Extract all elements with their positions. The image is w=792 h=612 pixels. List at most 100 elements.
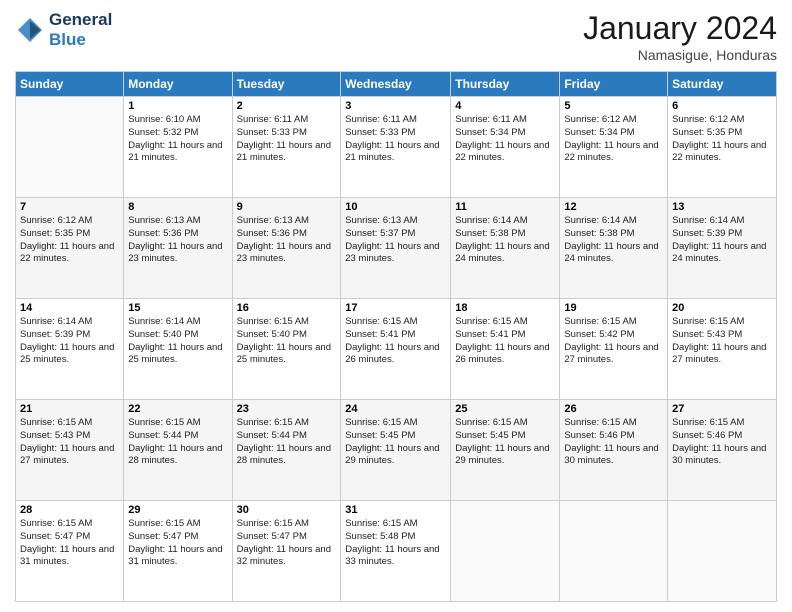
calendar-cell: 28 Sunrise: 6:15 AMSunset: 5:47 PMDaylig…	[16, 501, 124, 602]
day-number: 24	[345, 403, 446, 415]
calendar-cell: 1 Sunrise: 6:10 AMSunset: 5:32 PMDayligh…	[124, 97, 232, 198]
weekday-header: Thursday	[451, 72, 560, 97]
day-number: 2	[237, 100, 337, 112]
calendar-cell: 27 Sunrise: 6:15 AMSunset: 5:46 PMDaylig…	[668, 400, 777, 501]
day-info: Sunrise: 6:15 AMSunset: 5:46 PMDaylight:…	[672, 417, 772, 468]
calendar-cell: 13 Sunrise: 6:14 AMSunset: 5:39 PMDaylig…	[668, 198, 777, 299]
calendar-week-row: 14 Sunrise: 6:14 AMSunset: 5:39 PMDaylig…	[16, 299, 777, 400]
day-number: 11	[455, 201, 555, 213]
day-info: Sunrise: 6:11 AMSunset: 5:34 PMDaylight:…	[455, 114, 555, 165]
day-number: 25	[455, 403, 555, 415]
day-number: 16	[237, 302, 337, 314]
calendar-cell	[16, 97, 124, 198]
calendar-cell	[560, 501, 668, 602]
day-info: Sunrise: 6:14 AMSunset: 5:39 PMDaylight:…	[20, 316, 119, 367]
calendar-cell: 18 Sunrise: 6:15 AMSunset: 5:41 PMDaylig…	[451, 299, 560, 400]
day-number: 28	[20, 504, 119, 516]
day-info: Sunrise: 6:12 AMSunset: 5:35 PMDaylight:…	[20, 215, 119, 266]
calendar-cell: 16 Sunrise: 6:15 AMSunset: 5:40 PMDaylig…	[232, 299, 341, 400]
day-info: Sunrise: 6:15 AMSunset: 5:41 PMDaylight:…	[455, 316, 555, 367]
day-info: Sunrise: 6:15 AMSunset: 5:44 PMDaylight:…	[128, 417, 227, 468]
weekday-header: Monday	[124, 72, 232, 97]
day-number: 1	[128, 100, 227, 112]
day-info: Sunrise: 6:11 AMSunset: 5:33 PMDaylight:…	[237, 114, 337, 165]
calendar-cell: 25 Sunrise: 6:15 AMSunset: 5:45 PMDaylig…	[451, 400, 560, 501]
calendar-cell: 23 Sunrise: 6:15 AMSunset: 5:44 PMDaylig…	[232, 400, 341, 501]
logo-icon	[15, 15, 45, 45]
day-info: Sunrise: 6:13 AMSunset: 5:36 PMDaylight:…	[237, 215, 337, 266]
day-info: Sunrise: 6:15 AMSunset: 5:42 PMDaylight:…	[564, 316, 663, 367]
day-number: 4	[455, 100, 555, 112]
page: General Blue January 2024 Namasigue, Hon…	[0, 0, 792, 612]
day-number: 18	[455, 302, 555, 314]
calendar-header-row: SundayMondayTuesdayWednesdayThursdayFrid…	[16, 72, 777, 97]
day-info: Sunrise: 6:15 AMSunset: 5:48 PMDaylight:…	[345, 518, 446, 569]
day-number: 12	[564, 201, 663, 213]
day-info: Sunrise: 6:15 AMSunset: 5:44 PMDaylight:…	[237, 417, 337, 468]
day-info: Sunrise: 6:15 AMSunset: 5:43 PMDaylight:…	[672, 316, 772, 367]
location: Namasigue, Honduras	[583, 47, 777, 63]
calendar-cell: 6 Sunrise: 6:12 AMSunset: 5:35 PMDayligh…	[668, 97, 777, 198]
day-number: 14	[20, 302, 119, 314]
logo: General Blue	[15, 10, 112, 50]
calendar-week-row: 1 Sunrise: 6:10 AMSunset: 5:32 PMDayligh…	[16, 97, 777, 198]
calendar-cell: 12 Sunrise: 6:14 AMSunset: 5:38 PMDaylig…	[560, 198, 668, 299]
day-info: Sunrise: 6:15 AMSunset: 5:45 PMDaylight:…	[455, 417, 555, 468]
day-number: 13	[672, 201, 772, 213]
calendar-cell: 17 Sunrise: 6:15 AMSunset: 5:41 PMDaylig…	[341, 299, 451, 400]
day-info: Sunrise: 6:15 AMSunset: 5:45 PMDaylight:…	[345, 417, 446, 468]
calendar-cell: 7 Sunrise: 6:12 AMSunset: 5:35 PMDayligh…	[16, 198, 124, 299]
calendar-week-row: 21 Sunrise: 6:15 AMSunset: 5:43 PMDaylig…	[16, 400, 777, 501]
day-info: Sunrise: 6:15 AMSunset: 5:47 PMDaylight:…	[128, 518, 227, 569]
day-number: 15	[128, 302, 227, 314]
month-title: January 2024	[583, 10, 777, 47]
weekday-header: Sunday	[16, 72, 124, 97]
day-info: Sunrise: 6:13 AMSunset: 5:37 PMDaylight:…	[345, 215, 446, 266]
calendar-cell: 3 Sunrise: 6:11 AMSunset: 5:33 PMDayligh…	[341, 97, 451, 198]
day-number: 23	[237, 403, 337, 415]
day-info: Sunrise: 6:11 AMSunset: 5:33 PMDaylight:…	[345, 114, 446, 165]
day-info: Sunrise: 6:10 AMSunset: 5:32 PMDaylight:…	[128, 114, 227, 165]
calendar-cell: 21 Sunrise: 6:15 AMSunset: 5:43 PMDaylig…	[16, 400, 124, 501]
calendar-cell: 20 Sunrise: 6:15 AMSunset: 5:43 PMDaylig…	[668, 299, 777, 400]
day-info: Sunrise: 6:15 AMSunset: 5:40 PMDaylight:…	[237, 316, 337, 367]
day-number: 31	[345, 504, 446, 516]
logo-text: General Blue	[49, 10, 112, 50]
header: General Blue January 2024 Namasigue, Hon…	[15, 10, 777, 63]
day-number: 27	[672, 403, 772, 415]
weekday-header: Saturday	[668, 72, 777, 97]
calendar-cell: 26 Sunrise: 6:15 AMSunset: 5:46 PMDaylig…	[560, 400, 668, 501]
day-info: Sunrise: 6:14 AMSunset: 5:39 PMDaylight:…	[672, 215, 772, 266]
day-number: 6	[672, 100, 772, 112]
calendar-cell: 5 Sunrise: 6:12 AMSunset: 5:34 PMDayligh…	[560, 97, 668, 198]
calendar-cell	[451, 501, 560, 602]
day-number: 3	[345, 100, 446, 112]
day-info: Sunrise: 6:15 AMSunset: 5:47 PMDaylight:…	[237, 518, 337, 569]
calendar-cell: 8 Sunrise: 6:13 AMSunset: 5:36 PMDayligh…	[124, 198, 232, 299]
day-info: Sunrise: 6:12 AMSunset: 5:34 PMDaylight:…	[564, 114, 663, 165]
day-number: 26	[564, 403, 663, 415]
title-area: January 2024 Namasigue, Honduras	[583, 10, 777, 63]
weekday-header: Friday	[560, 72, 668, 97]
calendar-cell: 4 Sunrise: 6:11 AMSunset: 5:34 PMDayligh…	[451, 97, 560, 198]
day-info: Sunrise: 6:13 AMSunset: 5:36 PMDaylight:…	[128, 215, 227, 266]
day-number: 5	[564, 100, 663, 112]
calendar-cell: 10 Sunrise: 6:13 AMSunset: 5:37 PMDaylig…	[341, 198, 451, 299]
day-info: Sunrise: 6:15 AMSunset: 5:41 PMDaylight:…	[345, 316, 446, 367]
day-info: Sunrise: 6:14 AMSunset: 5:38 PMDaylight:…	[455, 215, 555, 266]
day-info: Sunrise: 6:12 AMSunset: 5:35 PMDaylight:…	[672, 114, 772, 165]
calendar-cell: 30 Sunrise: 6:15 AMSunset: 5:47 PMDaylig…	[232, 501, 341, 602]
weekday-header: Wednesday	[341, 72, 451, 97]
calendar-week-row: 28 Sunrise: 6:15 AMSunset: 5:47 PMDaylig…	[16, 501, 777, 602]
calendar-table: SundayMondayTuesdayWednesdayThursdayFrid…	[15, 71, 777, 602]
calendar-cell: 14 Sunrise: 6:14 AMSunset: 5:39 PMDaylig…	[16, 299, 124, 400]
day-number: 19	[564, 302, 663, 314]
day-number: 30	[237, 504, 337, 516]
calendar-cell: 9 Sunrise: 6:13 AMSunset: 5:36 PMDayligh…	[232, 198, 341, 299]
day-number: 22	[128, 403, 227, 415]
day-number: 20	[672, 302, 772, 314]
calendar-cell: 2 Sunrise: 6:11 AMSunset: 5:33 PMDayligh…	[232, 97, 341, 198]
day-number: 7	[20, 201, 119, 213]
day-info: Sunrise: 6:14 AMSunset: 5:38 PMDaylight:…	[564, 215, 663, 266]
calendar-cell: 11 Sunrise: 6:14 AMSunset: 5:38 PMDaylig…	[451, 198, 560, 299]
